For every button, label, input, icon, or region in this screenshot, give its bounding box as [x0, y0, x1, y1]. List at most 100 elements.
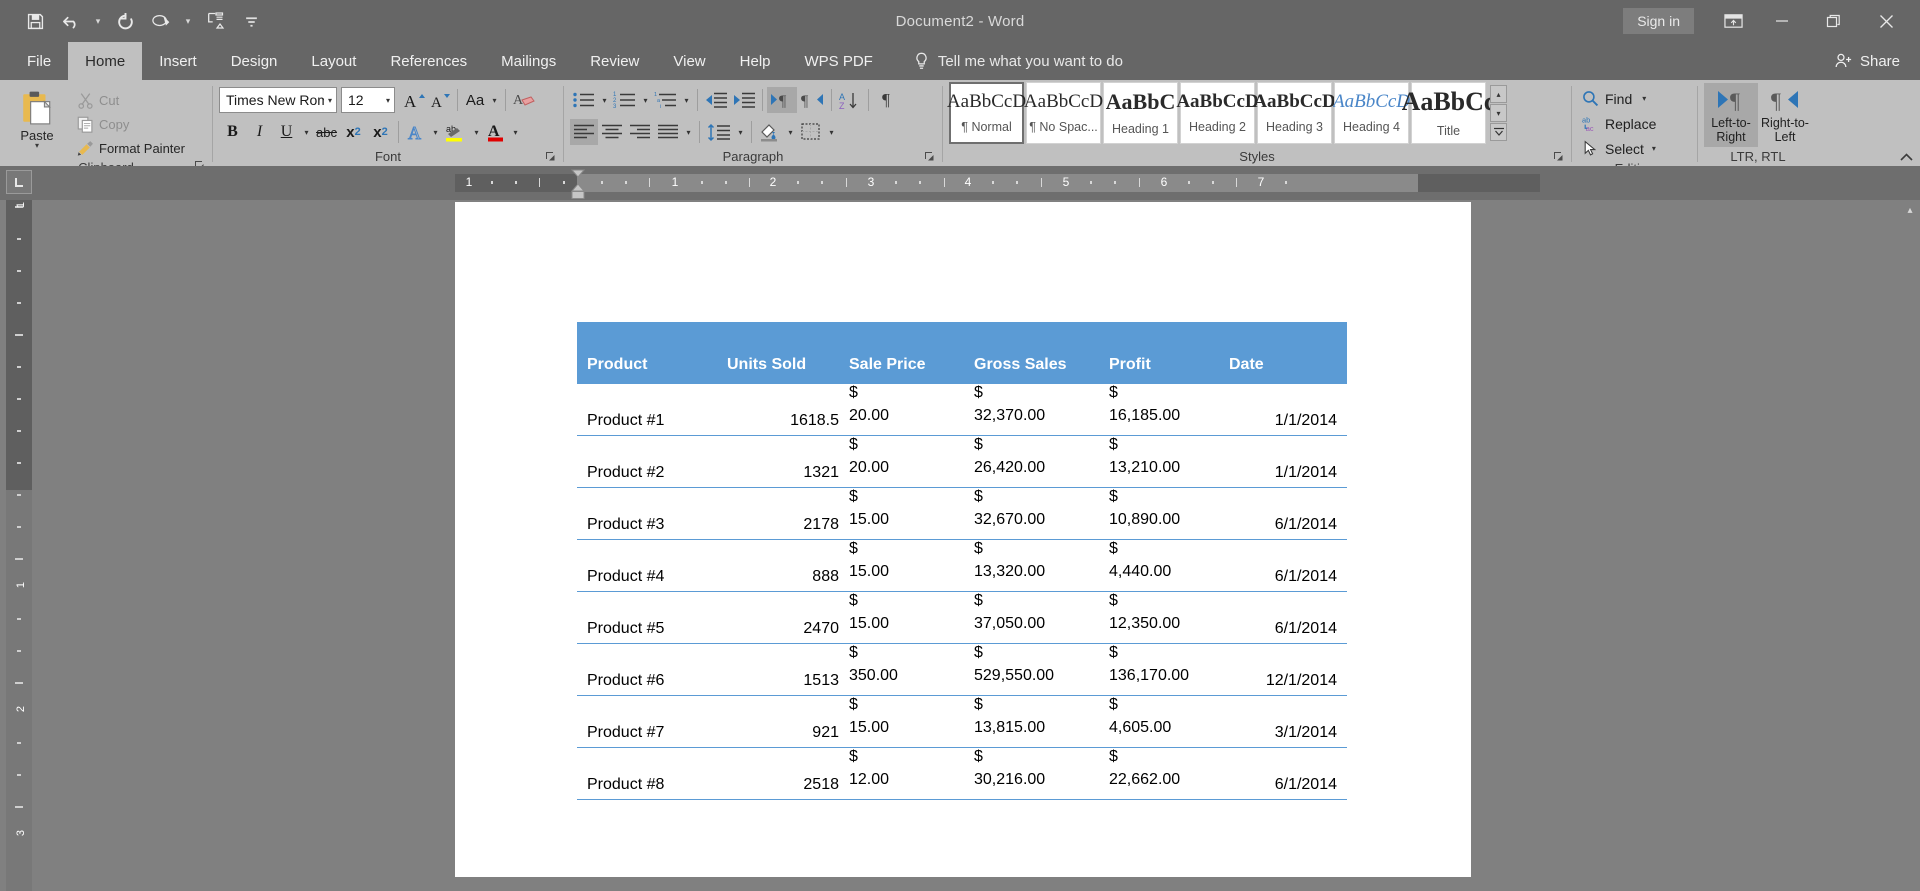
wps-dropdown-icon[interactable]: ▾ [180, 6, 196, 36]
bullets-dropdown-icon[interactable]: ▾ [598, 96, 611, 105]
close-button[interactable] [1860, 0, 1912, 42]
restore-button[interactable] [1808, 0, 1860, 42]
text-effects-icon[interactable]: A [403, 119, 429, 145]
shading-dropdown-icon[interactable]: ▾ [784, 128, 797, 137]
format-painter-button[interactable]: Format Painter [74, 136, 188, 160]
style-heading-3[interactable]: AaBbCcD Heading 3 [1253, 82, 1336, 144]
bold-button[interactable]: B [219, 119, 246, 145]
style-normal[interactable]: AaBbCcD ¶ Normal [947, 82, 1026, 144]
font-size-dropdown-icon[interactable]: ▾ [382, 96, 390, 105]
tab-design[interactable]: Design [214, 42, 295, 80]
document-page[interactable]: Product Units Sold Sale Price Gross Sale… [455, 202, 1471, 877]
first-line-indent-marker[interactable] [571, 169, 585, 178]
tab-references[interactable]: References [373, 42, 484, 80]
line-spacing-icon[interactable] [704, 119, 734, 145]
bullets-icon[interactable] [570, 87, 598, 113]
font-color-icon[interactable]: A [483, 119, 509, 145]
cut-button[interactable]: Cut [74, 88, 188, 112]
style-heading-1[interactable]: AaBbC Heading 1 [1103, 82, 1178, 144]
numbering-dropdown-icon[interactable]: ▾ [639, 96, 652, 105]
change-case-icon[interactable]: Aa [462, 87, 488, 113]
undo-dropdown-icon[interactable]: ▾ [90, 6, 106, 36]
font-size-input[interactable]: 12 ▾ [341, 87, 395, 113]
redo-icon[interactable] [108, 6, 142, 36]
paste-button[interactable]: Paste ▾ [6, 87, 68, 150]
sign-in-button[interactable]: Sign in [1623, 8, 1694, 34]
multilevel-list-icon[interactable]: 1ai [652, 87, 680, 113]
right-to-left-button[interactable]: ¶ Right-to-Left [1758, 83, 1812, 147]
tab-mailings[interactable]: Mailings [484, 42, 573, 80]
clear-formatting-icon[interactable]: A [510, 87, 538, 113]
font-color-dropdown-icon[interactable]: ▾ [509, 128, 522, 137]
shading-icon[interactable] [756, 119, 784, 145]
align-center-icon[interactable] [598, 119, 626, 145]
grow-font-icon[interactable]: A [401, 87, 427, 113]
style-heading-4[interactable]: AaBbCcD Heading 4 [1333, 82, 1410, 144]
scroll-up-icon[interactable]: ▴ [1902, 202, 1918, 218]
text-highlight-color-icon[interactable]: ab [442, 119, 470, 145]
select-button[interactable]: Select ▾ [1578, 136, 1660, 161]
tab-view[interactable]: View [656, 42, 722, 80]
numbering-icon[interactable]: 123 [611, 87, 639, 113]
superscript-button[interactable]: x2 [367, 119, 394, 145]
paragraph-dialog-launcher-icon[interactable] [924, 151, 936, 163]
tab-file[interactable]: File [10, 42, 68, 80]
tab-stop-selector[interactable] [6, 170, 32, 194]
minimize-button[interactable] [1756, 0, 1808, 42]
save-icon[interactable] [18, 6, 52, 36]
rtl-text-direction-icon[interactable]: ¶ [797, 87, 827, 113]
text-effects-dropdown-icon[interactable]: ▾ [429, 128, 442, 137]
borders-icon[interactable] [797, 119, 825, 145]
vertical-ruler[interactable]: 1 1 2 3 [6, 200, 32, 891]
justify-icon[interactable] [654, 119, 682, 145]
highlight-dropdown-icon[interactable]: ▾ [470, 128, 483, 137]
increase-indent-icon[interactable] [730, 87, 758, 113]
ruler-track[interactable]: 1 1 2 3 4 5 6 7 [455, 174, 1540, 192]
line-spacing-dropdown-icon[interactable]: ▾ [734, 128, 747, 137]
tab-wps-pdf[interactable]: WPS PDF [788, 42, 890, 80]
tell-me-search[interactable]: Tell me what you want to do [908, 42, 1129, 80]
find-dropdown-icon[interactable]: ▾ [1642, 94, 1646, 103]
copy-button[interactable]: Copy [74, 112, 188, 136]
underline-button[interactable]: U [273, 119, 300, 145]
select-dropdown-icon[interactable]: ▾ [1652, 144, 1656, 153]
ltr-text-direction-icon[interactable]: ¶ [767, 87, 797, 113]
tab-home[interactable]: Home [68, 42, 143, 80]
change-case-dropdown-icon[interactable]: ▾ [488, 96, 501, 105]
find-button[interactable]: Find ▾ [1578, 86, 1650, 111]
undo-icon[interactable] [54, 6, 88, 36]
wps-tools-icon[interactable] [144, 6, 178, 36]
sort-icon[interactable]: AZ [836, 87, 864, 113]
styles-more-icon[interactable] [1490, 123, 1507, 141]
underline-dropdown-icon[interactable]: ▾ [300, 128, 313, 137]
replace-button[interactable]: ab ac Replace [1578, 111, 1660, 136]
strikethrough-button[interactable]: abc [313, 119, 340, 145]
left-indent-marker[interactable] [571, 191, 585, 199]
subscript-button[interactable]: x2 [340, 119, 367, 145]
style-title[interactable]: AaBbCc Title [1402, 82, 1495, 144]
italic-button[interactable]: I [246, 119, 273, 145]
borders-dropdown-icon[interactable]: ▾ [825, 128, 838, 137]
style-no-spacing[interactable]: AaBbCcD ¶ No Spac... [1024, 82, 1103, 144]
ribbon-display-options-icon[interactable] [1710, 0, 1756, 42]
font-name-input[interactable]: Times New Roman ▾ [219, 87, 337, 113]
shrink-font-icon[interactable]: A [427, 87, 453, 113]
font-dialog-launcher-icon[interactable] [545, 151, 557, 163]
styles-dialog-launcher-icon[interactable] [1553, 151, 1565, 163]
tab-insert[interactable]: Insert [142, 42, 214, 80]
justify-dropdown-icon[interactable]: ▾ [682, 128, 695, 137]
show-formatting-marks-icon[interactable]: ¶ [873, 87, 899, 113]
multilevel-dropdown-icon[interactable]: ▾ [680, 96, 693, 105]
tab-help[interactable]: Help [723, 42, 788, 80]
align-left-icon[interactable] [570, 119, 598, 145]
styles-scroll-down-icon[interactable]: ▾ [1490, 104, 1507, 122]
tab-review[interactable]: Review [573, 42, 656, 80]
customize-quick-access-icon[interactable] [234, 6, 268, 36]
decrease-indent-icon[interactable] [702, 87, 730, 113]
touch-mode-icon[interactable] [198, 6, 232, 36]
paste-dropdown-icon[interactable]: ▾ [35, 142, 39, 150]
share-button[interactable]: Share [1821, 42, 1920, 80]
style-heading-2[interactable]: AaBbCcD Heading 2 [1176, 82, 1259, 144]
align-right-icon[interactable] [626, 119, 654, 145]
tab-layout[interactable]: Layout [294, 42, 373, 80]
